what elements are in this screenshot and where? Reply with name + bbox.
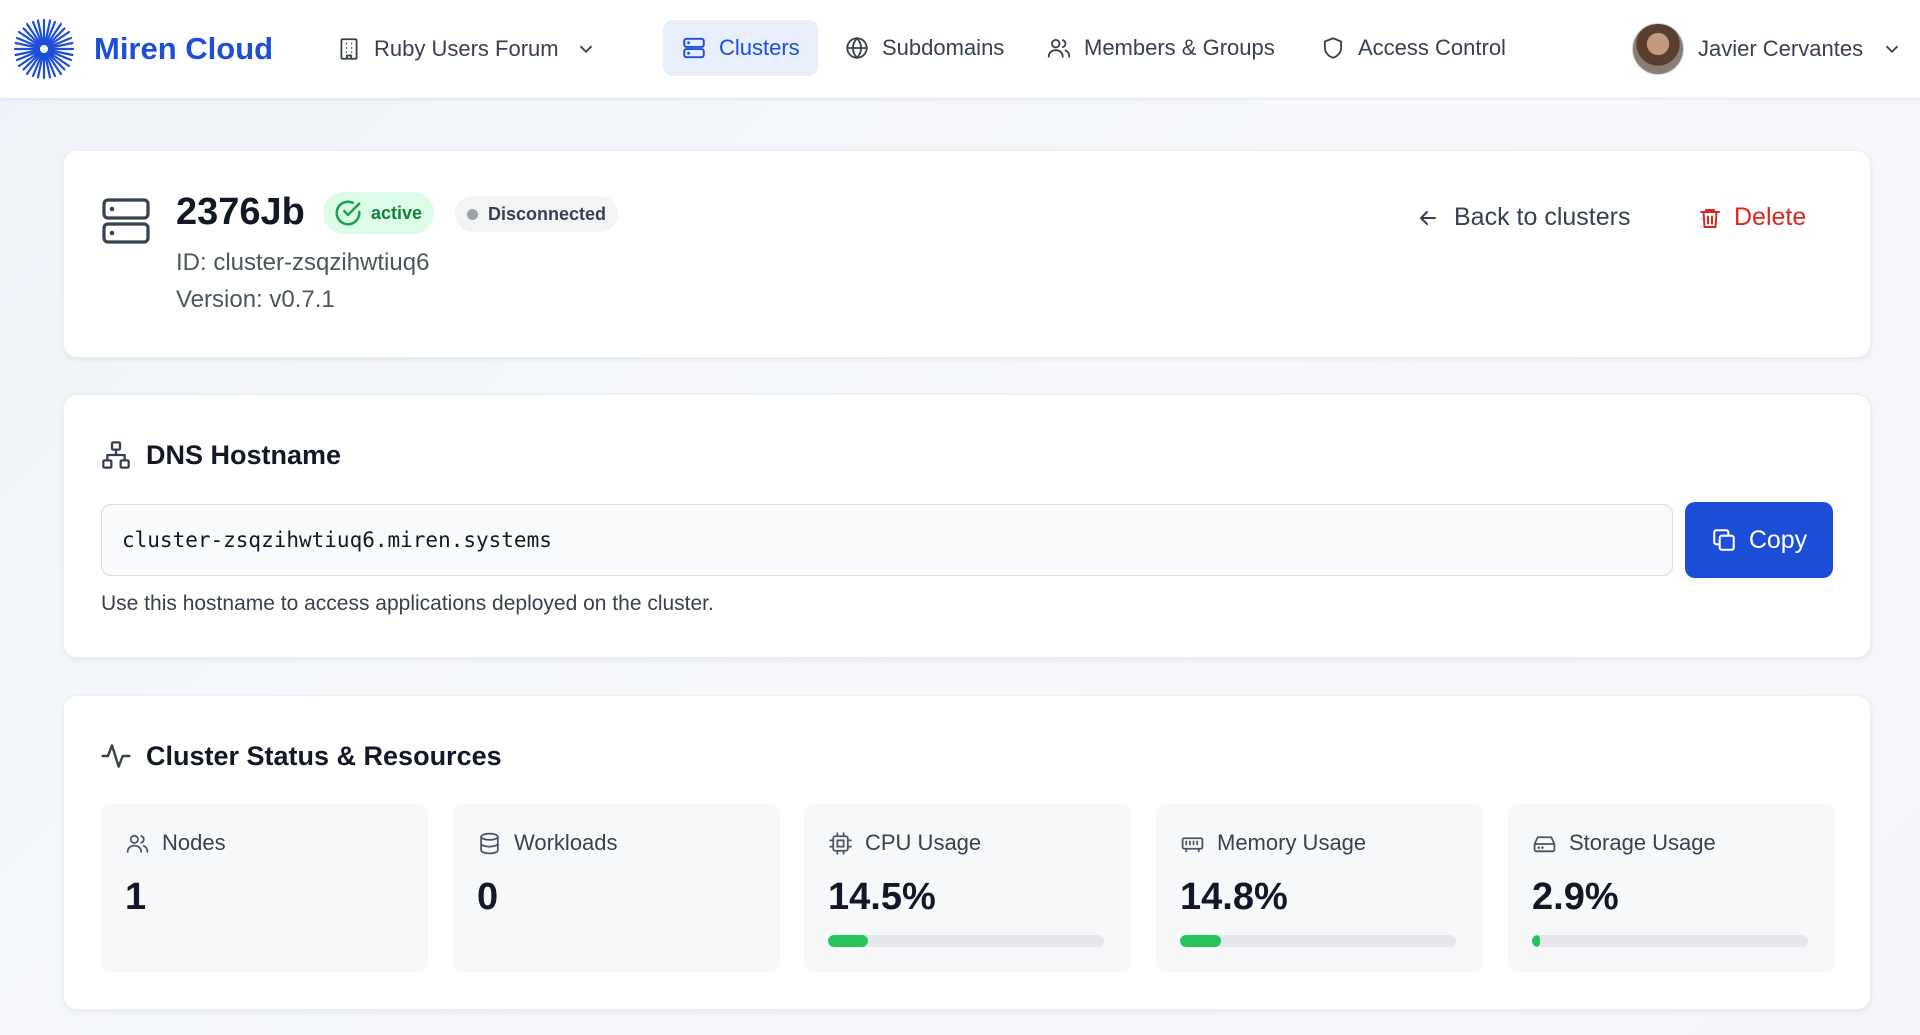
stat-label: Storage Usage [1569,830,1716,855]
nav-clusters-label: Clusters [719,35,800,60]
check-circle-icon [335,200,361,226]
resources-card: Cluster Status & Resources Nodes 1 Workl… [63,695,1871,1010]
stat-label: Nodes [162,830,226,855]
stat-card-storage: Storage Usage 2.9% [1508,804,1835,972]
stat-value: 14.8% [1180,876,1288,918]
building-icon [340,38,358,60]
status-badge-label: active [371,202,423,223]
server-icon [102,198,150,244]
stat-header: Workloads [477,830,618,856]
stat-value: 14.5% [828,876,936,918]
connection-badge-label: Disconnected [488,203,607,224]
starburst-logo-icon [13,18,75,80]
database-icon [480,832,499,854]
cpu-icon [829,831,852,855]
hostname-field[interactable]: cluster-zsqzihwtiuq6.miren.systems [101,504,1673,576]
copy-button[interactable]: Copy [1685,502,1833,578]
delete-button[interactable]: Delete [1698,203,1806,232]
resources-section-title: Cluster Status & Resources [146,740,502,771]
stat-card-nodes: Nodes 1 [101,804,428,972]
back-to-clusters-link[interactable]: Back to clusters [1416,203,1630,232]
dns-section-title: DNS Hostname [146,439,342,470]
cluster-version: Version: v0.7.1 [176,286,335,313]
stat-header: CPU Usage [828,830,981,856]
user-menu[interactable]: Javier Cervantes [1632,22,1903,76]
dns-section-header: DNS Hostname [100,439,341,471]
stat-card-memory: Memory Usage 14.8% [1156,804,1483,972]
network-icon [102,441,130,469]
dns-card: DNS Hostname cluster-zsqzihwtiuq6.miren.… [63,394,1871,658]
storage-progress-bar [1532,935,1808,947]
nav-members-label: Members & Groups [1084,35,1275,60]
stat-value: 1 [125,876,147,918]
org-switcher[interactable]: Ruby Users Forum [336,26,597,72]
stat-value: 0 [477,876,499,918]
cluster-name: 2376Jb [176,191,305,233]
top-navbar: Miren Cloud Ruby Users Forum Clusters Su… [0,0,1920,99]
cluster-id: ID: cluster-zsqzihwtiuq6 [176,249,430,276]
arrow-left-icon [1420,210,1436,225]
users-icon [126,834,149,853]
chevron-down-icon [579,45,592,54]
resources-section-header: Cluster Status & Resources [100,740,502,772]
copy-icon [1713,529,1735,551]
nav-subdomains[interactable]: Subdomains [826,20,1022,76]
memory-icon [1181,836,1204,852]
brand[interactable]: Miren Cloud [12,16,273,82]
stat-header: Nodes [125,830,226,856]
nav-access-label: Access Control [1358,35,1506,60]
back-label: Back to clusters [1454,203,1631,231]
activity-icon [101,744,131,768]
nav-clusters[interactable]: Clusters [663,20,818,76]
stat-label: Workloads [514,830,618,855]
stat-header: Storage Usage [1532,830,1716,856]
shield-icon [1323,37,1343,59]
nav-access-control[interactable]: Access Control [1302,20,1524,76]
status-badge: active [323,192,435,234]
stat-label: Memory Usage [1217,830,1367,855]
stat-card-workloads: Workloads 0 [453,804,780,972]
hostname-value: cluster-zsqzihwtiuq6.miren.systems [122,528,552,552]
nav-members-groups[interactable]: Members & Groups [1028,20,1293,76]
progress-fill [1532,935,1540,947]
copy-label: Copy [1748,525,1808,554]
delete-label: Delete [1734,203,1807,231]
avatar [1632,23,1684,75]
progress-fill [1180,935,1221,947]
connection-badge: Disconnected [455,196,619,232]
brand-name: Miren Cloud [94,31,274,66]
progress-fill [828,935,869,947]
chevron-down-icon [1885,45,1899,54]
stat-label: CPU Usage [865,830,982,855]
stat-header: Memory Usage [1180,830,1366,856]
hostname-help-text: Use this hostname to access applications… [101,592,714,615]
nav-subdomains-label: Subdomains [882,35,1005,60]
stat-value: 2.9% [1532,876,1619,918]
status-dot-icon [467,208,478,220]
hard-drive-icon [1533,835,1556,852]
globe-icon [846,36,868,60]
cluster-header-card: 2376Jb active Disconnected ID: cluster-z… [63,150,1871,358]
users-icon [1047,38,1071,58]
stat-card-cpu: CPU Usage 14.5% [804,804,1131,972]
user-name: Javier Cervantes [1698,36,1864,61]
org-name: Ruby Users Forum [374,36,559,61]
memory-progress-bar [1180,935,1456,947]
trash-icon [1700,208,1720,228]
cpu-progress-bar [828,935,1104,947]
server-icon [683,37,705,59]
